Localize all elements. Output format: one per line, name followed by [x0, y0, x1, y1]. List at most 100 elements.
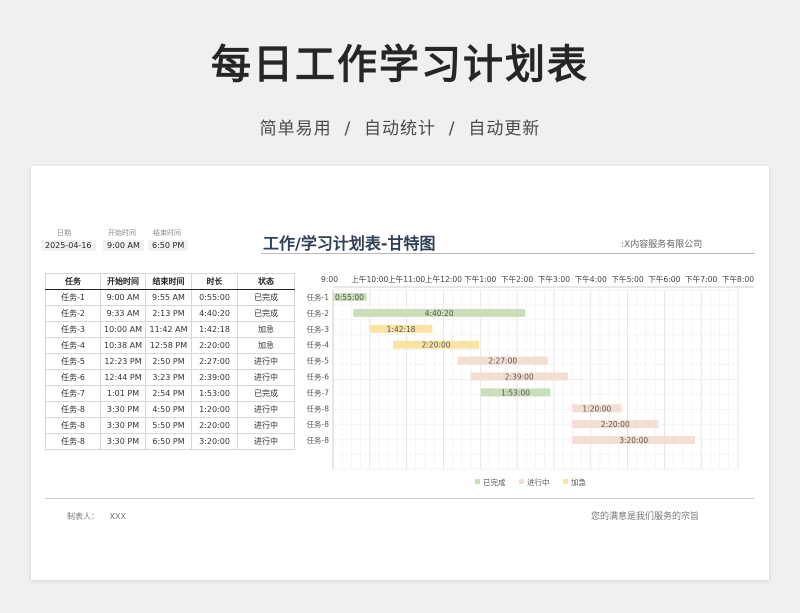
table-cell: 加急	[237, 321, 295, 338]
task-table: 任务 开始时间 结束时间 时长 状态 任务-1 9:00 AM 9:55 AM 0:55:00…	[45, 273, 295, 450]
footer-slogan: 您的满意是我们服务的宗旨	[591, 512, 700, 522]
table-cell: 任务-4	[45, 337, 101, 354]
task-axis-label: 任务-8	[307, 403, 330, 413]
end-time-value: 6:50 PM	[148, 240, 189, 251]
table-cell: 任务-1	[45, 289, 101, 306]
x-tick-label: 下午8:00	[722, 274, 754, 284]
table-row: 任务-2 9:33 AM 2:13 PM 4:40:20 已完成	[45, 305, 295, 322]
table-cell: 任务-8	[45, 401, 101, 418]
table-cell: 2:20:00	[191, 337, 238, 354]
task-axis-label: 任务-5	[307, 356, 330, 366]
table-cell: 4:40:20	[191, 305, 238, 322]
table-cell: 进行中	[237, 417, 295, 434]
table-cell: 1:42:18	[191, 321, 238, 338]
bar-data-label: 1:42:18	[387, 325, 416, 334]
bar-data-label: 1:20:00	[582, 404, 611, 413]
table-cell: 6:50 PM	[145, 433, 192, 450]
table-row: 任务-7 1:01 PM 2:54 PM 1:53:00 已完成	[45, 385, 295, 402]
x-tick-label: 下午3:00	[538, 274, 570, 284]
column-header: 任务	[45, 273, 101, 290]
table-cell: 1:53:00	[191, 385, 238, 402]
column-header: 时长	[191, 273, 238, 290]
table-cell: 2:27:00	[191, 353, 238, 370]
table-row: 任务-8 3:30 PM 5:50 PM 2:20:00 进行中	[45, 417, 295, 434]
table-row: 任务-8 3:30 PM 4:50 PM 1:20:00 进行中	[45, 401, 295, 418]
date-label: 日期	[57, 229, 71, 237]
task-axis-label: 任务-4	[307, 340, 330, 350]
table-cell: 任务-7	[45, 385, 101, 402]
table-cell: 9:55 AM	[145, 289, 192, 306]
table-cell: 4:50 PM	[145, 401, 192, 418]
column-header: 状态	[237, 273, 295, 290]
table-cell: 进行中	[237, 433, 295, 450]
table-cell: 2:50 PM	[145, 353, 192, 370]
legend-swatch	[563, 479, 568, 484]
title-divider	[261, 253, 755, 254]
start-time-value: 9:00 AM	[103, 240, 144, 251]
table-row: 任务-4 10:38 AM 12:58 PM 2:20:00 加急	[45, 337, 295, 354]
date-value: 2025-04-16	[41, 240, 96, 251]
table-row: 任务-1 9:00 AM 9:55 AM 0:55:00 已完成	[45, 289, 295, 306]
table-cell: 任务-5	[45, 353, 101, 370]
table-cell: 2:54 PM	[145, 385, 192, 402]
table-row: 任务-8 3:30 PM 6:50 PM 3:20:00 进行中	[45, 433, 295, 450]
bar-data-label: 2:20:00	[601, 420, 630, 429]
table-row: 任务-3 10:00 AM 11:42 AM 1:42:18 加急	[45, 321, 295, 338]
x-tick-label: 上午11:00	[388, 274, 425, 284]
task-axis-label: 任务-6	[307, 372, 330, 382]
x-tick-label: 下午6:00	[648, 274, 680, 284]
table-cell: 任务-3	[45, 321, 101, 338]
footer-divider	[45, 498, 754, 499]
x-tick-label: 上午10:00	[351, 274, 388, 284]
table-cell: 3:20:00	[191, 433, 238, 450]
maker-info: 制表人： XXX	[67, 511, 126, 522]
column-header: 结束时间	[145, 273, 192, 290]
task-axis-label: 任务-8	[307, 435, 330, 445]
task-axis-label: 任务-3	[307, 324, 330, 334]
table-cell: 任务-2	[45, 305, 101, 322]
table-cell: 3:30 PM	[100, 433, 146, 450]
table-header-row: 任务 开始时间 结束时间 时长 状态	[45, 273, 295, 290]
sheet-title: 工作/学习计划表-甘特图	[263, 234, 436, 253]
x-tick-label: 下午1:00	[464, 274, 496, 284]
page-subtitle: 简单易用 / 自动统计 / 自动更新	[259, 119, 541, 139]
table-cell: 进行中	[237, 369, 295, 386]
table-cell: 9:00 AM	[100, 289, 146, 306]
table-cell: 进行中	[237, 353, 295, 370]
bar-data-label: 3:20:00	[619, 436, 648, 445]
task-axis-label: 任务-7	[307, 387, 330, 397]
x-tick-label: 下午5:00	[611, 274, 643, 284]
table-cell: 11:42 AM	[145, 321, 192, 338]
task-axis-label: 任务-2	[307, 308, 330, 318]
x-tick-label: 下午4:00	[575, 274, 607, 284]
table-cell: 2:39:00	[191, 369, 238, 386]
x-tick-label: 下午7:00	[685, 274, 717, 284]
table-cell: 已完成	[237, 289, 295, 306]
table-cell: 任务-8	[45, 433, 101, 450]
table-cell: 进行中	[237, 401, 295, 418]
bar-data-label: 2:27:00	[488, 357, 517, 366]
x-tick-label: 下午2:00	[501, 274, 533, 284]
table-cell: 12:58 PM	[145, 337, 192, 354]
table-cell: 3:30 PM	[100, 417, 146, 434]
table-cell: 3:23 PM	[145, 369, 192, 386]
table-cell: 2:13 PM	[145, 305, 192, 322]
spreadsheet-preview: 日期 开始时间 结束时间 2025-04-16 9:00 AM 6:50 PM …	[31, 166, 769, 580]
legend-label: 已完成	[483, 477, 506, 487]
legend-label: 进行中	[527, 477, 550, 487]
table-cell: 10:00 AM	[100, 321, 146, 338]
table-cell: 12:44 PM	[100, 369, 146, 386]
legend-label: 加急	[571, 477, 586, 487]
x-tick-label: 9:00	[321, 275, 338, 284]
table-cell: 1:20:00	[191, 401, 238, 418]
table-cell: 任务-6	[45, 369, 101, 386]
legend-swatch	[475, 479, 480, 484]
table-row: 任务-5 12:23 PM 2:50 PM 2:27:00 进行中	[45, 353, 295, 370]
table-body: 任务-1 9:00 AM 9:55 AM 0:55:00 已完成 任务-2 9:33 AM 2…	[45, 289, 295, 450]
bar-data-label: 2:39:00	[505, 373, 534, 382]
gantt-chart: 9:00 上午10:00 上午11:00 上午12:00 下午1:00 下午2:00 下午3…	[307, 274, 755, 487]
table-cell: 1:01 PM	[100, 385, 146, 402]
table-cell: 已完成	[237, 305, 295, 322]
table-cell: 3:30 PM	[100, 401, 146, 418]
table-cell: 9:33 AM	[100, 305, 146, 322]
